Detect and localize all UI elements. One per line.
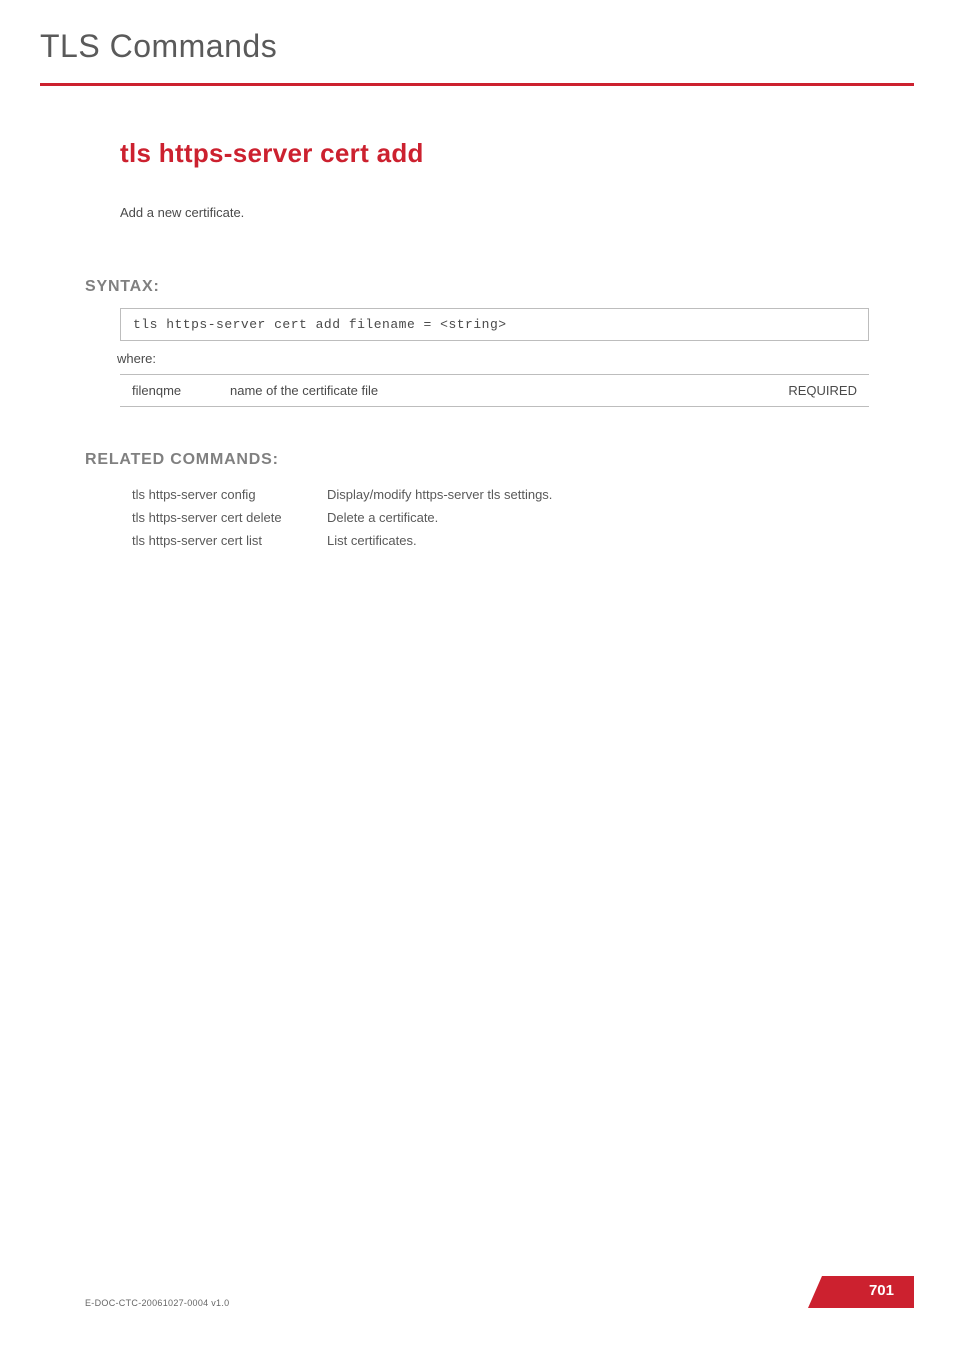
param-desc: name of the certificate file — [230, 375, 769, 407]
related-cmd: tls https-server config — [132, 483, 327, 506]
param-req: REQUIRED — [769, 375, 869, 407]
page-footer: E-DOC-CTC-20061027-0004 v1.0 701 — [85, 1276, 914, 1308]
title-divider — [40, 83, 914, 86]
related-desc: Display/modify https-server tls settings… — [327, 483, 552, 506]
table-row: tls https-server config Display/modify h… — [132, 483, 552, 506]
related-heading: RELATED COMMANDS: — [85, 451, 869, 469]
related-cmd: tls https-server cert list — [132, 529, 327, 552]
syntax-box: tls https-server cert add filename = <st… — [120, 308, 869, 341]
table-row: tls https-server cert list List certific… — [132, 529, 552, 552]
chapter-title: TLS Commands — [40, 28, 914, 65]
syntax-section: SYNTAX: tls https-server cert add filena… — [120, 278, 869, 407]
page-number: 701 — [869, 1282, 894, 1299]
where-label: where: — [117, 351, 869, 366]
table-row: filenqme name of the certificate file RE… — [120, 375, 869, 407]
related-desc: List certificates. — [327, 529, 552, 552]
footer-doc-id: E-DOC-CTC-20061027-0004 v1.0 — [85, 1298, 229, 1308]
related-section: RELATED COMMANDS: tls https-server confi… — [120, 451, 869, 552]
params-table: filenqme name of the certificate file RE… — [120, 374, 869, 407]
syntax-heading: SYNTAX: — [85, 278, 869, 296]
related-table: tls https-server config Display/modify h… — [132, 483, 552, 552]
page-number-wrap: 701 — [822, 1276, 914, 1308]
page-header: TLS Commands — [0, 0, 954, 65]
command-description: Add a new certificate. — [120, 205, 869, 220]
related-cmd: tls https-server cert delete — [132, 506, 327, 529]
command-title: tls https-server cert add — [120, 138, 869, 169]
table-row: tls https-server cert delete Delete a ce… — [132, 506, 552, 529]
param-name: filenqme — [120, 375, 230, 407]
related-desc: Delete a certificate. — [327, 506, 552, 529]
page-content: tls https-server cert add Add a new cert… — [0, 138, 954, 552]
